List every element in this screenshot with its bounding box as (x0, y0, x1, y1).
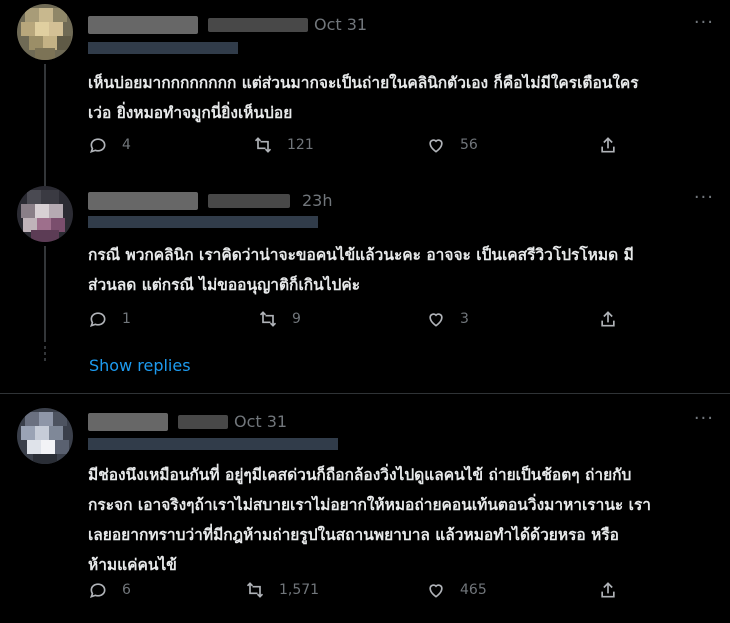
reply-count: 6 (122, 582, 131, 598)
like-button[interactable]: 56 (426, 135, 478, 155)
reply-icon (89, 312, 106, 328)
share-button[interactable] (598, 580, 632, 600)
replying-to (88, 42, 238, 54)
reply-icon (89, 583, 106, 599)
tweet-text-line: ส่วนลด แต่กรณี ไม่ขออนุญาติก็เกินไปค่ะ (88, 276, 361, 294)
like-icon (429, 139, 443, 153)
tweet-text-line: มีช่องนึงเหมือนกันที่ อยู่ๆมีเคสด่วนก็ถื… (88, 466, 632, 484)
like-count: 3 (460, 311, 469, 327)
tweet-date[interactable]: 23h (302, 191, 333, 210)
retweet-icon (259, 311, 277, 327)
tweet-date[interactable]: Oct 31 (234, 412, 287, 431)
share-button[interactable] (598, 135, 632, 155)
reply-count: 4 (122, 137, 131, 153)
reply-button[interactable]: 4 (88, 135, 131, 155)
tweet-header: 23h (88, 187, 718, 213)
share-icon (601, 311, 615, 327)
username[interactable] (208, 194, 290, 208)
like-count: 465 (460, 582, 487, 598)
reply-icon (89, 138, 106, 154)
tweet-date[interactable]: Oct 31 (314, 15, 367, 34)
tweet-text-line: กรณี พวกคลินิก เราคิดว่าน่าจะขอคนไข้แล้ว… (88, 246, 634, 264)
show-replies-link[interactable]: Show replies (89, 356, 191, 375)
tweet-text-line: ห้ามแค่คนไข้ (88, 556, 177, 574)
tweet-text-line: เลยอยากทราบว่าที่มีกฎห้ามถ่ายรูปในสถานพย… (88, 526, 619, 544)
share-icon (601, 137, 615, 153)
like-button[interactable]: 465 (426, 580, 487, 600)
like-count: 56 (460, 137, 478, 153)
retweet-count: 1,571 (279, 582, 320, 598)
tweet-text-line: กระจก เอาจริงๆถ้าเราไม่สบายเราไม่อยากให้… (88, 496, 651, 514)
tweet-text: มีช่องนึงเหมือนกันที่ อยู่ๆมีเคสด่วนก็ถื… (88, 460, 708, 580)
more-icon[interactable]: ··· (694, 408, 714, 429)
thread-line (44, 64, 46, 180)
retweet-icon (246, 582, 264, 598)
tweet-actions: 4 121 56 (88, 135, 628, 159)
retweet-button[interactable]: 121 (253, 135, 314, 155)
username[interactable] (178, 415, 228, 429)
thread-dots (43, 346, 47, 364)
share-button[interactable] (598, 309, 632, 329)
tweet-header: Oct 31 (88, 12, 718, 38)
like-icon (429, 313, 443, 327)
reply-button[interactable]: 6 (88, 580, 131, 600)
tweet-text: กรณี พวกคลินิก เราคิดว่าน่าจะขอคนไข้แล้ว… (88, 240, 708, 300)
tweet-text-line: เว่อ ยิ่งหมอทำจมูกนี่ยิ่งเห็นบ่อย (88, 104, 293, 122)
tweet-actions: 1 9 3 (88, 309, 628, 333)
avatar[interactable] (17, 4, 73, 60)
more-icon[interactable]: ··· (694, 187, 714, 208)
avatar[interactable] (17, 186, 73, 242)
tweet-3[interactable]: Oct 31 ··· มีช่องนึงเหมือนกันที่ อยู่ๆมี… (0, 394, 730, 623)
display-name[interactable] (88, 192, 198, 210)
like-button[interactable]: 3 (426, 309, 469, 329)
username[interactable] (208, 18, 308, 32)
retweet-icon (254, 137, 272, 153)
display-name[interactable] (88, 413, 168, 431)
tweet-header: Oct 31 (88, 408, 718, 434)
reply-button[interactable]: 1 (88, 309, 131, 329)
tweet-1[interactable]: Oct 31 ··· เห็นบ่อยมากกกกกกกก แต่ส่วนมาก… (0, 0, 730, 180)
retweet-button[interactable]: 9 (258, 309, 301, 329)
reply-count: 1 (122, 311, 131, 327)
share-icon (601, 582, 615, 598)
retweet-count: 9 (292, 311, 301, 327)
replying-to (88, 438, 338, 450)
thread-line (44, 246, 46, 342)
more-icon[interactable]: ··· (694, 12, 714, 33)
like-icon (429, 584, 443, 598)
tweet-text: เห็นบ่อยมากกกกกกกก แต่ส่วนมากจะเป็นถ่ายใ… (88, 68, 708, 128)
tweet-text-line: เห็นบ่อยมากกกกกกกก แต่ส่วนมากจะเป็นถ่ายใ… (88, 74, 639, 92)
avatar[interactable] (17, 408, 73, 464)
replying-to (88, 216, 318, 228)
retweet-button[interactable]: 1,571 (245, 580, 319, 600)
display-name[interactable] (88, 16, 198, 34)
retweet-count: 121 (287, 137, 314, 153)
tweet-actions: 6 1,571 465 (88, 580, 628, 604)
